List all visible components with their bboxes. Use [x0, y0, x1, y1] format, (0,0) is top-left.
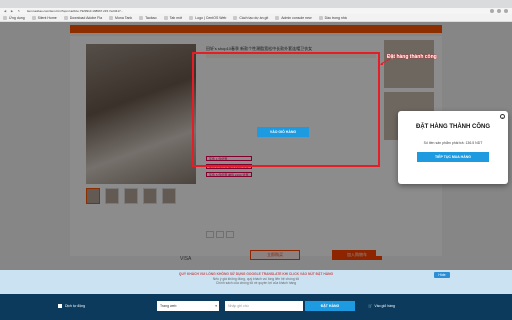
bookmark-icon: [139, 15, 144, 20]
go-to-cart-link[interactable]: 🛒 Vào giỏ hàng: [368, 301, 395, 311]
bookmark-item[interactable]: Logo | CentOS Web: [189, 15, 226, 20]
back-icon[interactable]: ◀: [3, 9, 7, 13]
browser-tabbar: [0, 0, 512, 8]
reload-icon[interactable]: ↻: [17, 9, 21, 13]
menu-icon[interactable]: [504, 9, 508, 13]
bookmark-item[interactable]: Admin console new: [275, 15, 312, 20]
auto-translate-toggle[interactable]: Dịch tự động: [58, 304, 85, 308]
star-icon[interactable]: [490, 9, 494, 13]
bookmark-apps[interactable]: Ứng dụng: [3, 15, 25, 20]
cart-icon: 🛒: [368, 304, 373, 308]
bookmarks-bar: Ứng dụng Silent Home Download Adobe Fla …: [0, 14, 512, 22]
translate-notice: QUÝ KHÁCH VUI LÒNG KHÔNG SỬ DỤNG GOOGLE …: [0, 270, 512, 294]
order-success-modal: × ĐẶT HÀNG THÀNH CÔNG Số tiền sản phẩm p…: [398, 111, 508, 184]
translate-checkbox[interactable]: [58, 304, 62, 308]
language-select[interactable]: Trang web: [157, 301, 219, 311]
translate-label: Dịch tự động: [65, 304, 86, 308]
url-text[interactable]: item.taobao.com/item.htm?spm=a21bo.79299…: [27, 9, 123, 13]
close-icon[interactable]: ×: [500, 114, 505, 120]
forward-icon[interactable]: ▶: [10, 9, 14, 13]
apps-icon: [3, 15, 7, 20]
modal-amount-text: Số tiền sản phẩm phải trả: 136.5 NDT: [423, 141, 483, 145]
notice-line: Chính sách của chúng tôi về quyền lợi củ…: [215, 281, 297, 285]
bookmark-item[interactable]: Taobao: [139, 15, 157, 20]
bookmark-item[interactable]: Cách tạo dự án git: [233, 15, 268, 20]
bookmark-item[interactable]: Silent Home: [31, 15, 57, 20]
order-toolbar: Dịch tự động Trang web Nhập ghi chú ĐẶT …: [0, 294, 512, 320]
bookmark-icon: [63, 15, 68, 20]
bookmark-item[interactable]: Dầu trong nhà: [318, 15, 347, 20]
modal-title: ĐẶT HÀNG THÀNH CÔNG: [416, 124, 490, 130]
bookmark-icon: [233, 15, 238, 20]
annotation-label: Đặt hàng thành công: [387, 54, 437, 60]
extension-icon[interactable]: [497, 9, 501, 13]
note-input[interactable]: Nhập ghi chú: [225, 301, 303, 311]
bookmark-icon: [275, 15, 280, 20]
extension-icons: [490, 9, 508, 13]
bookmark-item[interactable]: Tab mới: [163, 15, 182, 20]
bookmark-icon: [109, 15, 114, 20]
bookmark-item[interactable]: Mona Tank: [109, 15, 132, 20]
bookmark-icon: [31, 15, 36, 20]
annotation-box: × ĐẶT HÀNG THÀNH CÔNG Số tiền sản phẩm p…: [192, 52, 508, 184]
continue-shopping-button[interactable]: TIẾP TỤC MUA HÀNG: [417, 152, 489, 162]
bookmark-item[interactable]: Download Adobe Fla: [63, 15, 102, 20]
hide-button[interactable]: Hide: [434, 272, 450, 278]
bookmark-icon: [189, 15, 194, 20]
order-button[interactable]: ĐẶT HÀNG: [305, 301, 355, 311]
bookmark-icon: [163, 15, 168, 20]
go-to-cart-button[interactable]: VÀO GIỎ HÀNG: [257, 127, 309, 137]
cart-link-label: Vào giỏ hàng: [374, 304, 395, 308]
bookmark-icon: [318, 15, 323, 20]
